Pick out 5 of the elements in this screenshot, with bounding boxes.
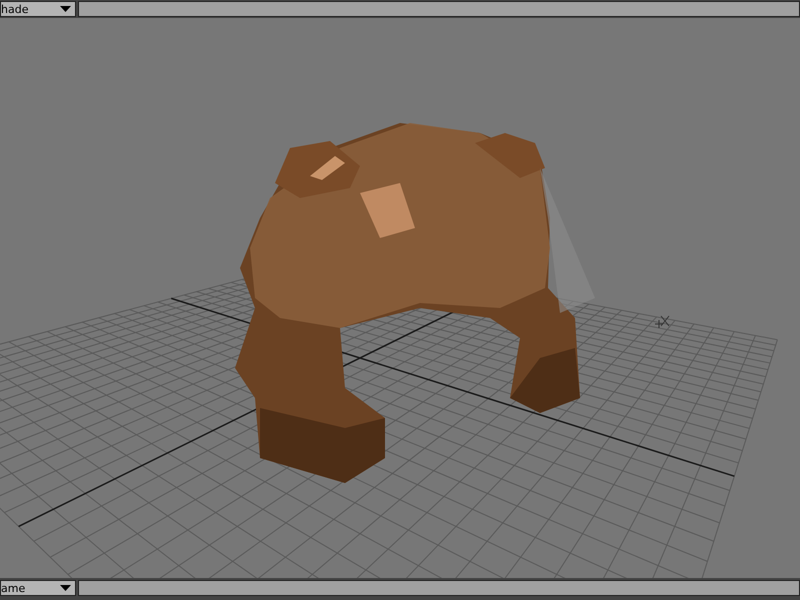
caret-icon xyxy=(60,585,71,591)
display-dropdown[interactable]: ame xyxy=(0,580,76,596)
axis-icon xyxy=(654,316,670,328)
caret-icon xyxy=(60,6,71,12)
shading-dropdown[interactable]: hade xyxy=(0,1,76,17)
